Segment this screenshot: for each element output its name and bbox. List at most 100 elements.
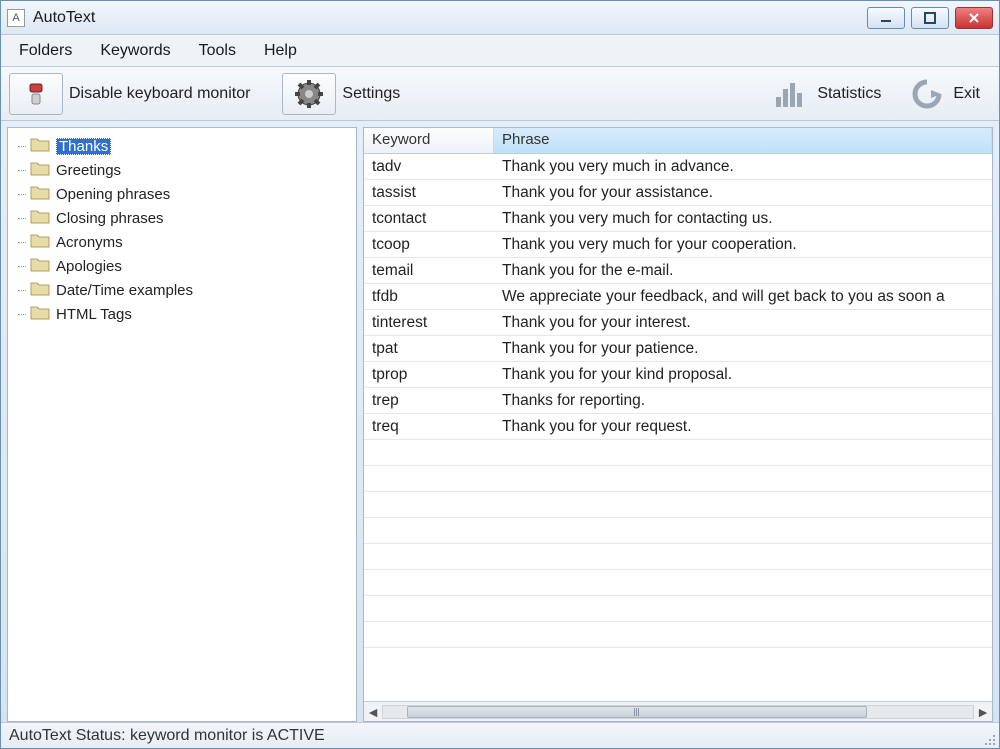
app-window: A AutoText Folders Keywords Tools Help D… <box>0 0 1000 749</box>
bar-chart-icon <box>773 76 809 112</box>
menu-tools[interactable]: Tools <box>199 42 236 60</box>
keyword-grid: Keyword Phrase tadvThank you very much i… <box>363 127 993 722</box>
cell-phrase: Thank you for your request. <box>494 418 992 436</box>
tree-item[interactable]: Thanks <box>12 134 352 158</box>
scroll-right-arrow-icon[interactable]: ► <box>974 703 992 721</box>
cell-keyword: tfdb <box>364 288 494 306</box>
cell-keyword: tadv <box>364 158 494 176</box>
cell-keyword: trep <box>364 392 494 410</box>
grid-header: Keyword Phrase <box>364 128 992 154</box>
minimize-button[interactable] <box>867 7 905 29</box>
maximize-button[interactable] <box>911 7 949 29</box>
window-title: AutoText <box>33 9 867 27</box>
cell-phrase: We appreciate your feedback, and will ge… <box>494 288 992 306</box>
disable-monitor-button[interactable] <box>9 73 63 115</box>
grid-row[interactable]: tcontactThank you very much for contacti… <box>364 206 992 232</box>
menu-keywords[interactable]: Keywords <box>100 42 170 60</box>
grid-row[interactable]: tfdbWe appreciate your feedback, and wil… <box>364 284 992 310</box>
folder-icon <box>30 232 50 252</box>
cell-keyword: tcoop <box>364 236 494 254</box>
tree-item-label: Opening phrases <box>56 186 170 203</box>
exit-button[interactable]: Exit <box>898 71 991 117</box>
tree-item-label: Closing phrases <box>56 210 164 227</box>
tree-item-label: Thanks <box>56 138 111 155</box>
cell-phrase: Thank you very much for your cooperation… <box>494 236 992 254</box>
scroll-grip-icon <box>631 708 643 716</box>
tree-item-label: Date/Time examples <box>56 282 193 299</box>
tree-item[interactable]: Acronyms <box>12 230 352 254</box>
close-icon <box>967 12 981 24</box>
cell-phrase: Thank you for your patience. <box>494 340 992 358</box>
exit-label: Exit <box>953 85 980 103</box>
cell-phrase: Thank you for the e-mail. <box>494 262 992 280</box>
app-icon: A <box>7 9 25 27</box>
folder-icon <box>30 136 50 156</box>
empty-row <box>364 440 992 466</box>
column-header-phrase[interactable]: Phrase <box>494 128 992 153</box>
statusbar: AutoText Status: keyword monitor is ACTI… <box>1 722 999 748</box>
content-area: Thanks Greetings Opening phrases Closing ph… <box>1 121 999 722</box>
empty-row <box>364 492 992 518</box>
status-text: AutoText Status: keyword monitor is ACTI… <box>9 727 325 745</box>
tree-item[interactable]: Closing phrases <box>12 206 352 230</box>
gear-icon <box>293 78 325 110</box>
scroll-track[interactable] <box>382 705 974 719</box>
cell-phrase: Thank you very much for contacting us. <box>494 210 992 228</box>
titlebar: A AutoText <box>1 1 999 35</box>
grid-body[interactable]: tadvThank you very much in advance.tassi… <box>364 154 992 701</box>
disable-monitor-label: Disable keyboard monitor <box>69 85 250 103</box>
tree-item-label: Apologies <box>56 258 122 275</box>
cell-keyword: tassist <box>364 184 494 202</box>
grid-row[interactable]: tpropThank you for your kind proposal. <box>364 362 992 388</box>
resize-grip-icon[interactable] <box>981 731 995 745</box>
menu-help[interactable]: Help <box>264 42 297 60</box>
cell-keyword: tinterest <box>364 314 494 332</box>
settings-label: Settings <box>342 85 400 103</box>
close-button[interactable] <box>955 7 993 29</box>
folder-tree[interactable]: Thanks Greetings Opening phrases Closing ph… <box>7 127 357 722</box>
empty-row <box>364 518 992 544</box>
menu-folders[interactable]: Folders <box>19 42 72 60</box>
grid-row[interactable]: temailThank you for the e-mail. <box>364 258 992 284</box>
folder-icon <box>30 256 50 276</box>
horizontal-scrollbar[interactable]: ◄ ► <box>364 701 992 721</box>
tree-item-label: HTML Tags <box>56 306 132 323</box>
cell-keyword: treq <box>364 418 494 436</box>
grid-row[interactable]: tadvThank you very much in advance. <box>364 154 992 180</box>
cell-keyword: tprop <box>364 366 494 384</box>
scroll-thumb[interactable] <box>407 706 867 718</box>
grid-row[interactable]: tinterestThank you for your interest. <box>364 310 992 336</box>
tree-item[interactable]: Greetings <box>12 158 352 182</box>
statistics-label: Statistics <box>817 85 881 103</box>
grid-row[interactable]: tcoopThank you very much for your cooper… <box>364 232 992 258</box>
empty-row <box>364 622 992 648</box>
menubar: Folders Keywords Tools Help <box>1 35 999 67</box>
tree-item[interactable]: Opening phrases <box>12 182 352 206</box>
minimize-icon <box>879 12 893 24</box>
folder-icon <box>30 184 50 204</box>
cell-phrase: Thank you very much in advance. <box>494 158 992 176</box>
statistics-button[interactable]: Statistics <box>762 71 892 117</box>
tree-item-label: Acronyms <box>56 234 123 251</box>
maximize-icon <box>923 12 937 24</box>
column-header-keyword[interactable]: Keyword <box>364 128 494 153</box>
window-controls <box>867 7 993 29</box>
empty-row <box>364 544 992 570</box>
grid-row[interactable]: treqThank you for your request. <box>364 414 992 440</box>
tree-item[interactable]: Apologies <box>12 254 352 278</box>
empty-row <box>364 596 992 622</box>
cell-keyword: temail <box>364 262 494 280</box>
tree-item[interactable]: Date/Time examples <box>12 278 352 302</box>
cell-keyword: tpat <box>364 340 494 358</box>
scroll-left-arrow-icon[interactable]: ◄ <box>364 703 382 721</box>
exit-icon <box>909 76 945 112</box>
grid-row[interactable]: tpatThank you for your patience. <box>364 336 992 362</box>
settings-button[interactable] <box>282 73 336 115</box>
toolbar: Disable keyboard monitor Settings Statis… <box>1 67 999 121</box>
empty-row <box>364 570 992 596</box>
tree-item[interactable]: HTML Tags <box>12 302 352 326</box>
cell-phrase: Thank you for your assistance. <box>494 184 992 202</box>
cell-keyword: tcontact <box>364 210 494 228</box>
grid-row[interactable]: tassistThank you for your assistance. <box>364 180 992 206</box>
grid-row[interactable]: trepThanks for reporting. <box>364 388 992 414</box>
